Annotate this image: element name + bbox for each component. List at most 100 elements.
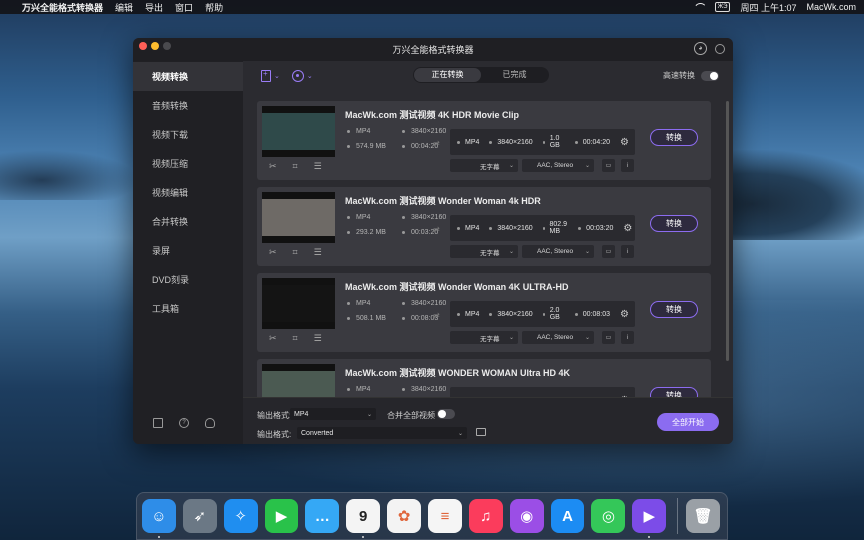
sidebar-item-dvd-burn[interactable]: DVD刻录 — [133, 265, 243, 294]
source-format: MP4 — [356, 386, 371, 393]
thumbnail-frame — [262, 285, 335, 322]
convert-button[interactable]: 转换 — [650, 387, 698, 397]
output-dir-select[interactable]: Converted ⌄ — [297, 427, 467, 439]
finder-icon[interactable]: ☺ — [142, 499, 176, 538]
add-file-button[interactable]: ⌄ — [261, 69, 280, 82]
feedback-icon[interactable] — [715, 43, 725, 54]
gear-icon[interactable]: ⚙ — [620, 137, 629, 148]
start-all-button[interactable]: 全部开始 — [657, 413, 719, 431]
effects-icon[interactable]: ☰ — [314, 247, 322, 258]
menu-edit[interactable]: 编辑 — [115, 1, 133, 14]
subtitle-select[interactable]: 无字幕 ⌄ — [450, 331, 518, 344]
output-settings-box[interactable]: MP4 3840×2160 2.0 GB 00:08:03 ⚙ — [450, 301, 635, 327]
audio-select[interactable]: AAC, Stereo ⌄ — [522, 245, 594, 258]
tab-converting[interactable]: 正在转换 — [414, 68, 481, 82]
menu-help[interactable]: 帮助 — [205, 1, 223, 14]
menu-window[interactable]: 窗口 — [175, 1, 193, 14]
output-settings-box[interactable]: MP4 3840×2160 802.9 MB 00:03:20 ⚙ — [450, 215, 635, 241]
trash-icon[interactable]: 🗑 — [686, 499, 721, 533]
effects-icon[interactable]: ☰ — [314, 161, 322, 172]
load-dvd-button[interactable]: ⌄ — [291, 70, 313, 82]
scissors-icon[interactable]: ✂ — [269, 333, 277, 344]
sidebar-item-video-convert[interactable]: 视频转换 — [133, 62, 243, 91]
file-list-scrollbar[interactable] — [726, 101, 729, 361]
sidebar-item-audio-convert[interactable]: 音频转换 — [133, 91, 243, 120]
sidebar-item-merge[interactable]: 合并转换 — [133, 207, 243, 236]
video-thumbnail[interactable] — [262, 278, 335, 329]
user-icon[interactable] — [205, 418, 215, 428]
output-dir-label: 输出格式: — [257, 430, 292, 439]
subtitle-file-icon[interactable]: ▭ — [602, 331, 615, 344]
subtitle-file-icon[interactable]: ▭ — [602, 245, 615, 258]
info-icon[interactable]: i — [621, 331, 634, 344]
video-thumbnail[interactable] — [262, 192, 335, 243]
menu-export[interactable]: 导出 — [145, 1, 163, 14]
uniconverter-icon[interactable]: ▶ — [632, 499, 667, 538]
audio-select[interactable]: AAC, Stereo ⌄ — [522, 159, 594, 172]
subtitle-select[interactable]: 无字幕 ⌄ — [450, 245, 518, 258]
find-my-icon[interactable]: ◎ — [591, 499, 626, 533]
info-icon[interactable]: i — [621, 245, 634, 258]
info-icon[interactable]: i — [621, 159, 634, 172]
subtitle-file-icon[interactable]: ▭ — [602, 159, 615, 172]
high-speed-toggle[interactable] — [701, 70, 719, 81]
output-format: MP4 — [465, 138, 480, 146]
audio-select[interactable]: AAC, Stereo ⌄ — [522, 331, 594, 344]
gear-icon[interactable]: ⚙ — [620, 309, 629, 320]
convert-arrow-icon: ⇄ — [433, 225, 440, 234]
input-source-badge[interactable]: ЖЭ — [714, 2, 731, 12]
help-icon[interactable]: ? — [179, 418, 189, 428]
output-format-select[interactable]: MP4 ⌄ — [290, 408, 376, 420]
sidebar-item-video-edit[interactable]: 视频编辑 — [133, 178, 243, 207]
podcasts-icon[interactable]: ◉ — [509, 499, 544, 533]
close-window-button[interactable] — [139, 42, 147, 50]
crop-icon[interactable]: ⌗ — [293, 161, 298, 172]
output-resolution: 3840×2160 — [497, 310, 533, 318]
convert-button[interactable]: 转换 — [650, 215, 698, 232]
menu-app-name[interactable]: 万兴全能格式转换器 — [22, 1, 103, 14]
app-store-icon[interactable]: A — [550, 499, 585, 533]
video-thumbnail[interactable] — [262, 106, 335, 157]
merge-toggle[interactable] — [437, 409, 455, 419]
file-card: ✂ ⌗ ☰ MacWk.com 测试视频 Wonder Woman 4K ULT… — [257, 273, 711, 352]
calendar-date: 9 — [359, 507, 368, 525]
account-icon[interactable]: ◕ — [694, 42, 707, 55]
photos-icon[interactable]: ✿ — [387, 499, 422, 533]
calendar-icon[interactable]: 9 — [346, 499, 381, 538]
launchpad-icon[interactable]: ➶ — [182, 499, 217, 533]
dock: ☺ ➶ ✧ ▶… 9 ✿ ≡ ♫ ◉ A ◎ ▶ 🗑 — [136, 492, 728, 540]
thumbnail-frame — [262, 199, 335, 236]
audio-value: AAC, Stereo — [537, 248, 574, 255]
convert-button[interactable]: 转换 — [650, 129, 698, 146]
output-settings-box[interactable]: MP4 3840×2160 1.0 GB 00:04:20 ⚙ — [450, 129, 635, 155]
output-settings-box[interactable]: ⚙ — [450, 387, 635, 397]
facetime-icon[interactable]: ▶ — [264, 499, 299, 533]
menu-clock[interactable]: 周四 上午1:07 — [740, 1, 796, 14]
tab-finished[interactable]: 已完成 — [481, 68, 548, 82]
crop-icon[interactable]: ⌗ — [293, 247, 298, 258]
convert-button[interactable]: 转换 — [650, 301, 698, 318]
wifi-icon[interactable] — [694, 3, 705, 11]
subtitle-select[interactable]: 无字幕 ⌄ — [450, 159, 518, 172]
sidebar-item-toolbox[interactable]: 工具箱 — [133, 294, 243, 323]
book-icon[interactable] — [153, 418, 163, 428]
crop-icon[interactable]: ⌗ — [293, 333, 298, 344]
sidebar-item-video-compress[interactable]: 视频压缩 — [133, 149, 243, 178]
sidebar-item-screen-record[interactable]: 录屏 — [133, 236, 243, 265]
scissors-icon[interactable]: ✂ — [269, 161, 277, 172]
gear-icon[interactable]: ⚙ — [623, 223, 632, 234]
minimize-window-button[interactable] — [151, 42, 159, 50]
reminders-icon[interactable]: ≡ — [428, 499, 462, 533]
effects-icon[interactable]: ☰ — [314, 333, 322, 344]
scissors-icon[interactable]: ✂ — [269, 247, 277, 258]
sidebar-item-video-download[interactable]: 视频下载 — [133, 120, 243, 149]
folder-icon[interactable] — [476, 428, 486, 436]
messages-icon[interactable]: … — [305, 499, 340, 533]
safari-icon[interactable]: ✧ — [223, 499, 258, 533]
video-thumbnail[interactable] — [262, 364, 335, 397]
music-icon[interactable]: ♫ — [468, 499, 503, 533]
subtitle-value: 无字幕 — [480, 335, 500, 343]
running-indicator — [158, 536, 160, 538]
file-list: ✂ ⌗ ☰ MacWk.com 测试视频 4K HDR Movie Clip M… — [257, 101, 713, 397]
zoom-window-button[interactable] — [163, 42, 171, 50]
